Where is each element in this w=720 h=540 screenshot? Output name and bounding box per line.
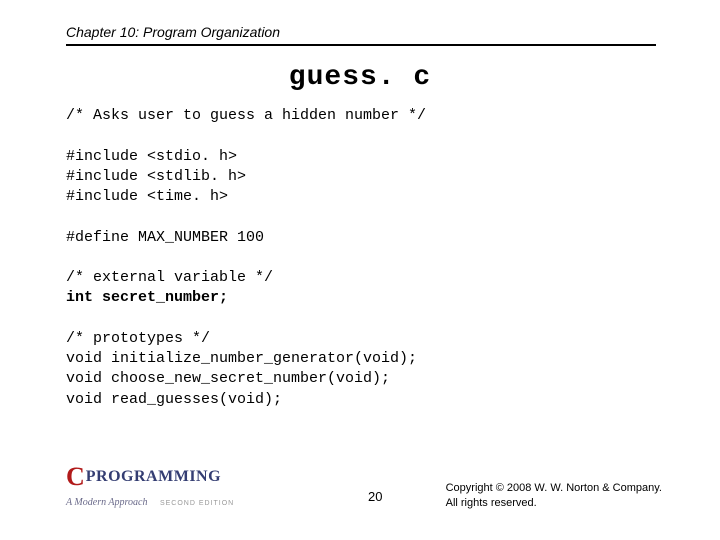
copyright: Copyright © 2008 W. W. Norton & Company.… [446, 481, 662, 510]
code-line: /* Asks user to guess a hidden number */ [66, 107, 426, 124]
code-line: /* external variable */ [66, 269, 273, 286]
copyright-line: All rights reserved. [446, 496, 662, 510]
book-logo: C PROGRAMMING A Modern Approach SECOND E… [66, 462, 286, 510]
slide-title: guess. c [0, 62, 720, 93]
code-block: /* Asks user to guess a hidden number */… [66, 106, 426, 410]
code-line: /* prototypes */ [66, 330, 210, 347]
chapter-underline [66, 44, 656, 46]
code-line: #include <stdlib. h> [66, 168, 246, 185]
footer: C PROGRAMMING A Modern Approach SECOND E… [66, 470, 680, 510]
logo-programming: PROGRAMMING [86, 468, 221, 486]
logo-c-letter: C [66, 462, 84, 492]
copyright-line: Copyright © 2008 W. W. Norton & Company. [446, 481, 662, 495]
code-line: #include <time. h> [66, 188, 228, 205]
code-line: void read_guesses(void); [66, 391, 282, 408]
page-number: 20 [368, 489, 382, 504]
chapter-heading: Chapter 10: Program Organization [66, 24, 280, 40]
code-line: #include <stdio. h> [66, 148, 237, 165]
code-line: #define MAX_NUMBER 100 [66, 229, 264, 246]
code-line-bold: int secret_number; [66, 289, 228, 306]
logo-edition: SECOND EDITION [160, 500, 234, 507]
code-line: void initialize_number_generator(void); [66, 350, 417, 367]
logo-subtitle: A Modern Approach [66, 497, 147, 508]
logo-top-row: C PROGRAMMING [66, 462, 286, 492]
logo-subtitle-row: A Modern Approach SECOND EDITION [66, 492, 286, 510]
code-line: void choose_new_secret_number(void); [66, 370, 390, 387]
